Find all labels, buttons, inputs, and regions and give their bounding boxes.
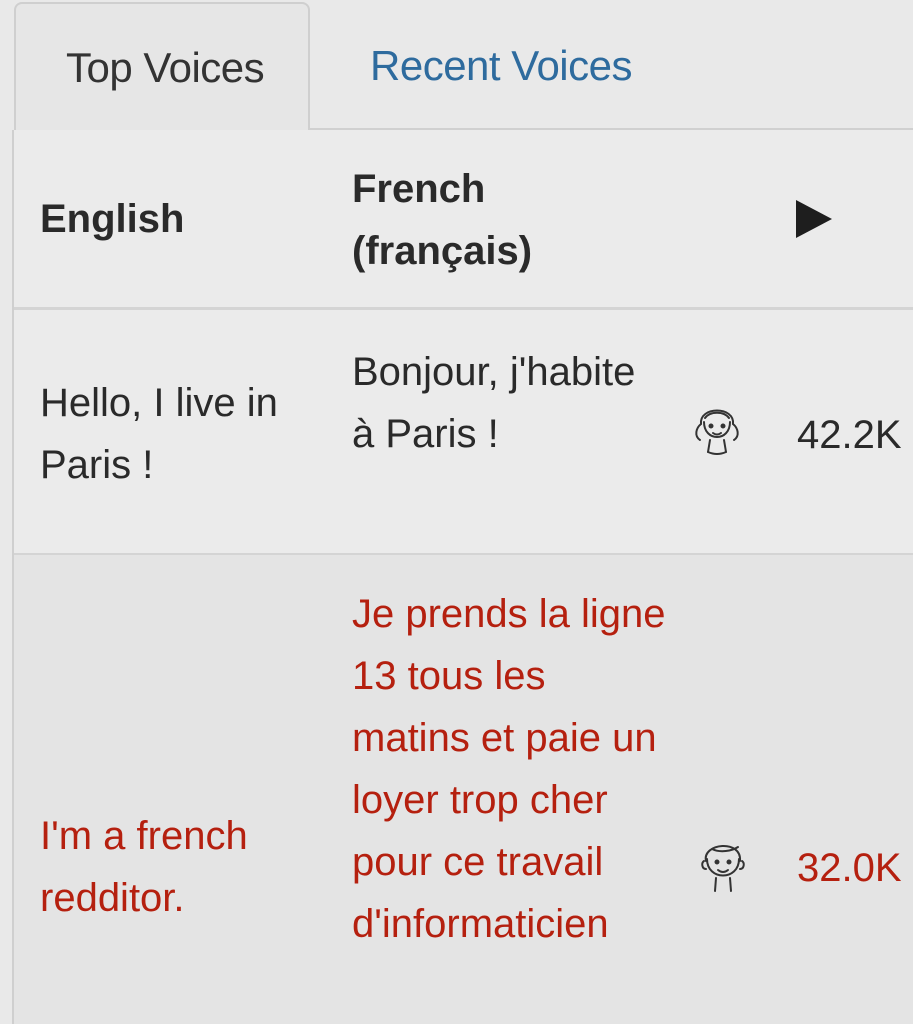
tab-top-voices-label: Top Voices xyxy=(66,44,265,91)
table-row[interactable]: Hello, I live in Paris ! Bonjour, j'habi… xyxy=(14,310,913,555)
tab-top-voices[interactable]: Top Voices xyxy=(14,2,310,130)
voices-panel: Top Voices Recent Voices English French … xyxy=(0,0,913,1024)
male-avatar-icon[interactable] xyxy=(692,831,754,902)
french-text: Je prends la ligne 13 tous les matins et… xyxy=(352,592,666,946)
column-header-french-line2: (français) xyxy=(352,229,533,273)
female-avatar-icon[interactable] xyxy=(686,396,748,465)
column-header-english: English xyxy=(40,197,185,241)
vote-count: 32.0K xyxy=(797,846,902,890)
column-header-french-line1: French xyxy=(352,167,486,211)
french-text: Bonjour, j'habite à Paris ! xyxy=(352,350,636,456)
table-row[interactable]: I'm a french redditor. Je prends la lign… xyxy=(14,555,913,1024)
tab-recent-voices[interactable]: Recent Voices xyxy=(370,42,633,90)
vote-count: 42.2K xyxy=(797,413,902,457)
play-icon[interactable] xyxy=(796,200,832,238)
table-header: English French (français) xyxy=(14,130,913,310)
english-text: Hello, I live in Paris ! xyxy=(40,381,278,487)
translations-table: English French (français) Hello, I live … xyxy=(12,130,913,1024)
column-header-french: French (français) xyxy=(352,158,592,282)
tab-bar: Top Voices Recent Voices xyxy=(0,0,913,130)
english-text: I'm a french redditor. xyxy=(40,814,248,920)
